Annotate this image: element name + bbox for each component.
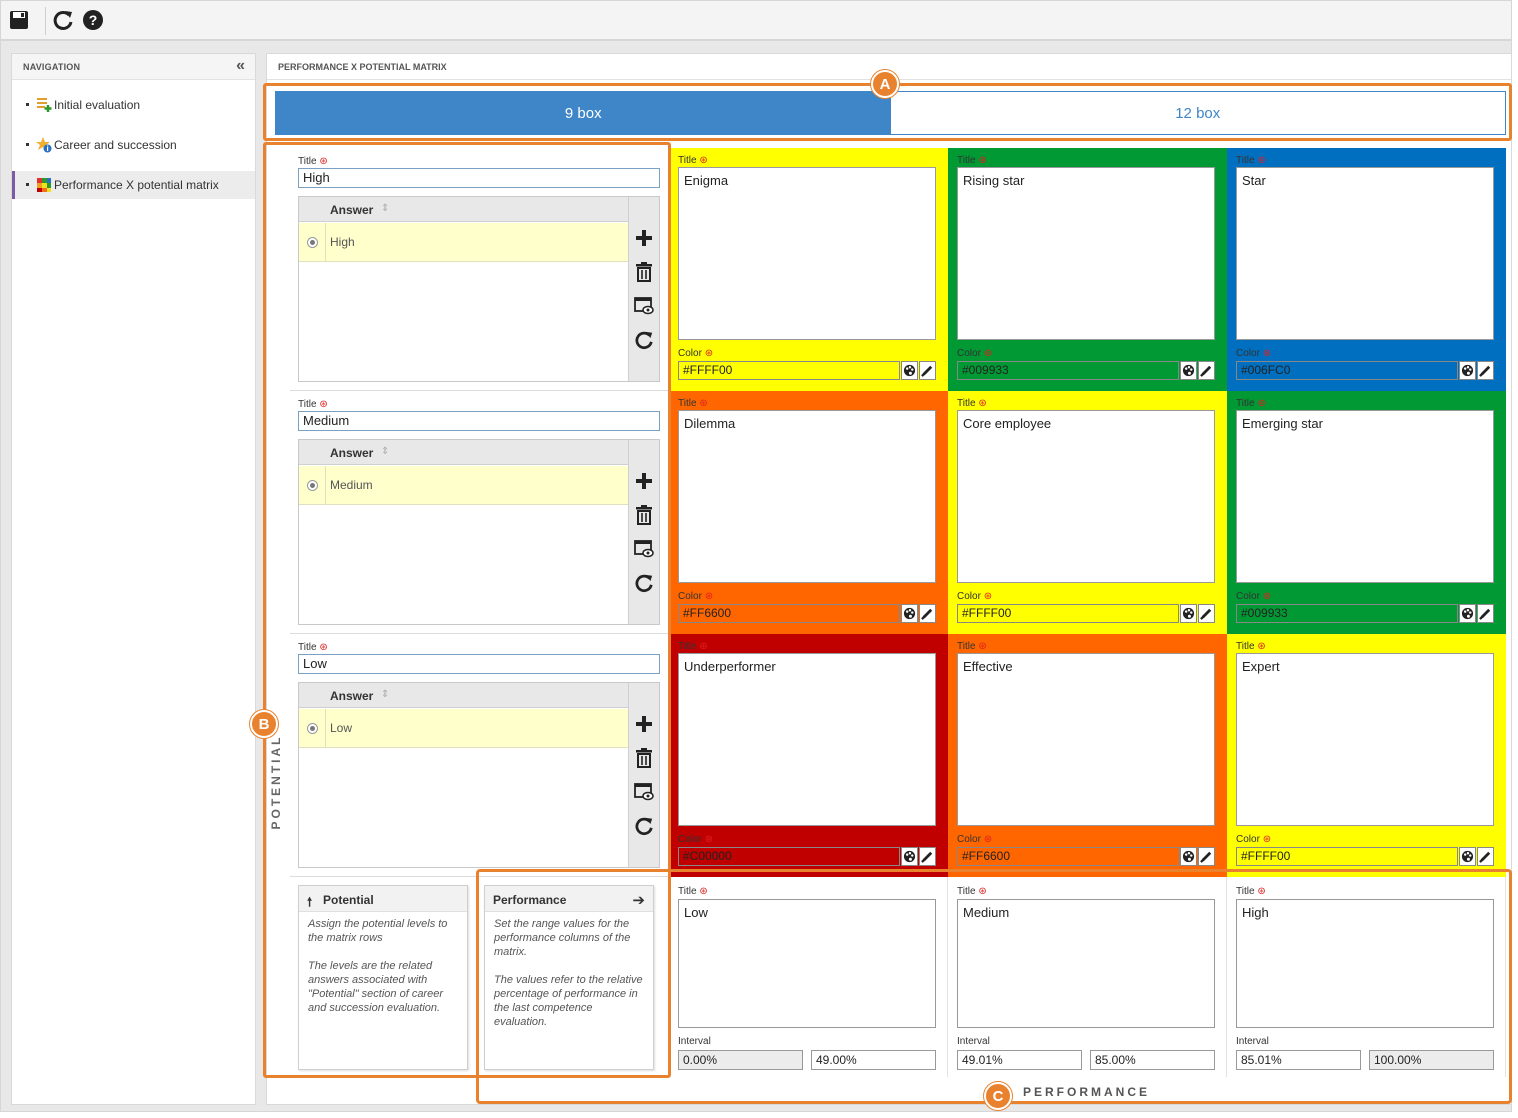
matrix-cell: Title ⊛ Emerging star Color ⊛ #009933 — [1227, 391, 1506, 634]
cell-color-input[interactable]: #C00000 — [678, 847, 900, 866]
toolbar: ? — [0, 0, 1512, 40]
cell-title-input[interactable]: Dilemma — [678, 410, 936, 583]
collapse-icon[interactable]: « — [236, 58, 245, 74]
cell-title-input[interactable]: Effective — [957, 653, 1215, 826]
nav-item-label: Initial evaluation — [54, 98, 141, 112]
cell-color-input[interactable]: #FF6600 — [957, 847, 1179, 866]
cell-title-input[interactable]: Enigma — [678, 167, 936, 340]
required-icon: ⊛ — [978, 641, 987, 652]
cell-color-input[interactable]: #006FC0 — [1236, 361, 1458, 380]
brush-icon[interactable] — [1477, 604, 1494, 623]
cell-color-input[interactable]: #FF6600 — [678, 604, 900, 623]
nav-item-label: Career and succession — [54, 138, 177, 152]
cell-title-input[interactable]: Emerging star — [1236, 410, 1494, 583]
palette-icon[interactable] — [901, 361, 918, 380]
required-icon: ⊛ — [1257, 398, 1266, 409]
required-icon: ⊛ — [704, 834, 714, 845]
matrix-cell: Title ⊛ Underperformer Color ⊛ #C00000 — [669, 634, 948, 877]
cell-color-input[interactable]: #FFFF00 — [678, 361, 900, 380]
refresh-icon[interactable] — [51, 8, 75, 32]
brush-icon[interactable] — [919, 604, 936, 623]
navigation-title: NAVIGATION — [23, 62, 81, 72]
required-icon: ⊛ — [983, 591, 993, 602]
palette-icon[interactable] — [901, 847, 918, 866]
matrix-cell: Title ⊛ Effective Color ⊛ #FF6600 — [948, 634, 1227, 877]
cell-title-input[interactable]: Underperformer — [678, 653, 936, 826]
toolbar-separator — [45, 7, 46, 35]
annotation-badge-a: A — [871, 70, 899, 98]
brush-icon[interactable] — [1477, 847, 1494, 866]
svg-text:?: ? — [89, 12, 98, 28]
matrix-icon — [36, 177, 52, 193]
required-icon: ⊛ — [983, 348, 993, 359]
matrix-cell: Title ⊛ Enigma Color ⊛ #FFFF00 — [669, 148, 948, 391]
brush-icon[interactable] — [1198, 847, 1215, 866]
palette-icon[interactable] — [1180, 361, 1197, 380]
palette-icon[interactable] — [901, 604, 918, 623]
matrix-cell: Title ⊛ Star Color ⊛ #006FC0 — [1227, 148, 1506, 391]
required-icon: ⊛ — [978, 155, 987, 166]
star-info-icon — [36, 137, 52, 153]
cell-color-input[interactable]: #FFFF00 — [1236, 847, 1458, 866]
nav-item-career-succession[interactable]: Career and succession — [12, 131, 255, 159]
cell-color-input[interactable]: #009933 — [1236, 604, 1458, 623]
cell-title-input[interactable]: Expert — [1236, 653, 1494, 826]
required-icon: ⊛ — [1262, 591, 1272, 602]
brush-icon[interactable] — [919, 847, 936, 866]
required-icon: ⊛ — [704, 348, 714, 359]
palette-icon[interactable] — [1459, 847, 1476, 866]
annotation-box-c — [476, 869, 1512, 1104]
matrix-cell: Title ⊛ Rising star Color ⊛ #009933 — [948, 148, 1227, 391]
help-icon[interactable]: ? — [81, 8, 105, 32]
nav-item-label: Performance X potential matrix — [54, 178, 219, 192]
required-icon: ⊛ — [1262, 348, 1272, 359]
palette-icon[interactable] — [1459, 361, 1476, 380]
matrix-cell: Title ⊛ Core employee Color ⊛ #FFFF00 — [948, 391, 1227, 634]
required-icon: ⊛ — [699, 641, 708, 652]
page-title: PERFORMANCE X POTENTIAL MATRIX — [278, 62, 447, 72]
navigation-panel: NAVIGATION « Initial evaluation Career a… — [11, 53, 256, 1105]
required-icon: ⊛ — [1257, 155, 1266, 166]
navigation-header: NAVIGATION « — [12, 54, 255, 80]
brush-icon[interactable] — [1198, 604, 1215, 623]
brush-icon[interactable] — [1198, 361, 1215, 380]
save-icon[interactable] — [7, 8, 31, 32]
annotation-badge-c: C — [984, 1082, 1012, 1110]
brush-icon[interactable] — [919, 361, 936, 380]
cell-title-input[interactable]: Rising star — [957, 167, 1215, 340]
required-icon: ⊛ — [1262, 834, 1272, 845]
matrix-cell: Title ⊛ Dilemma Color ⊛ #FF6600 — [669, 391, 948, 634]
required-icon: ⊛ — [983, 834, 993, 845]
required-icon: ⊛ — [699, 155, 708, 166]
brush-icon[interactable] — [1477, 361, 1494, 380]
matrix-cell: Title ⊛ Expert Color ⊛ #FFFF00 — [1227, 634, 1506, 877]
cell-color-input[interactable]: #009933 — [957, 361, 1179, 380]
cell-title-input[interactable]: Core employee — [957, 410, 1215, 583]
required-icon: ⊛ — [1257, 641, 1266, 652]
nav-item-performance-matrix[interactable]: Performance X potential matrix — [12, 171, 255, 199]
required-icon: ⊛ — [978, 398, 987, 409]
nav-item-initial-evaluation[interactable]: Initial evaluation — [12, 91, 255, 119]
palette-icon[interactable] — [1459, 604, 1476, 623]
annotation-badge-b: B — [250, 710, 278, 738]
palette-icon[interactable] — [1180, 847, 1197, 866]
cell-title-input[interactable]: Star — [1236, 167, 1494, 340]
cell-color-input[interactable]: #FFFF00 — [957, 604, 1179, 623]
palette-icon[interactable] — [1180, 604, 1197, 623]
required-icon: ⊛ — [699, 398, 708, 409]
required-icon: ⊛ — [704, 591, 714, 602]
evaluation-icon — [36, 97, 52, 113]
